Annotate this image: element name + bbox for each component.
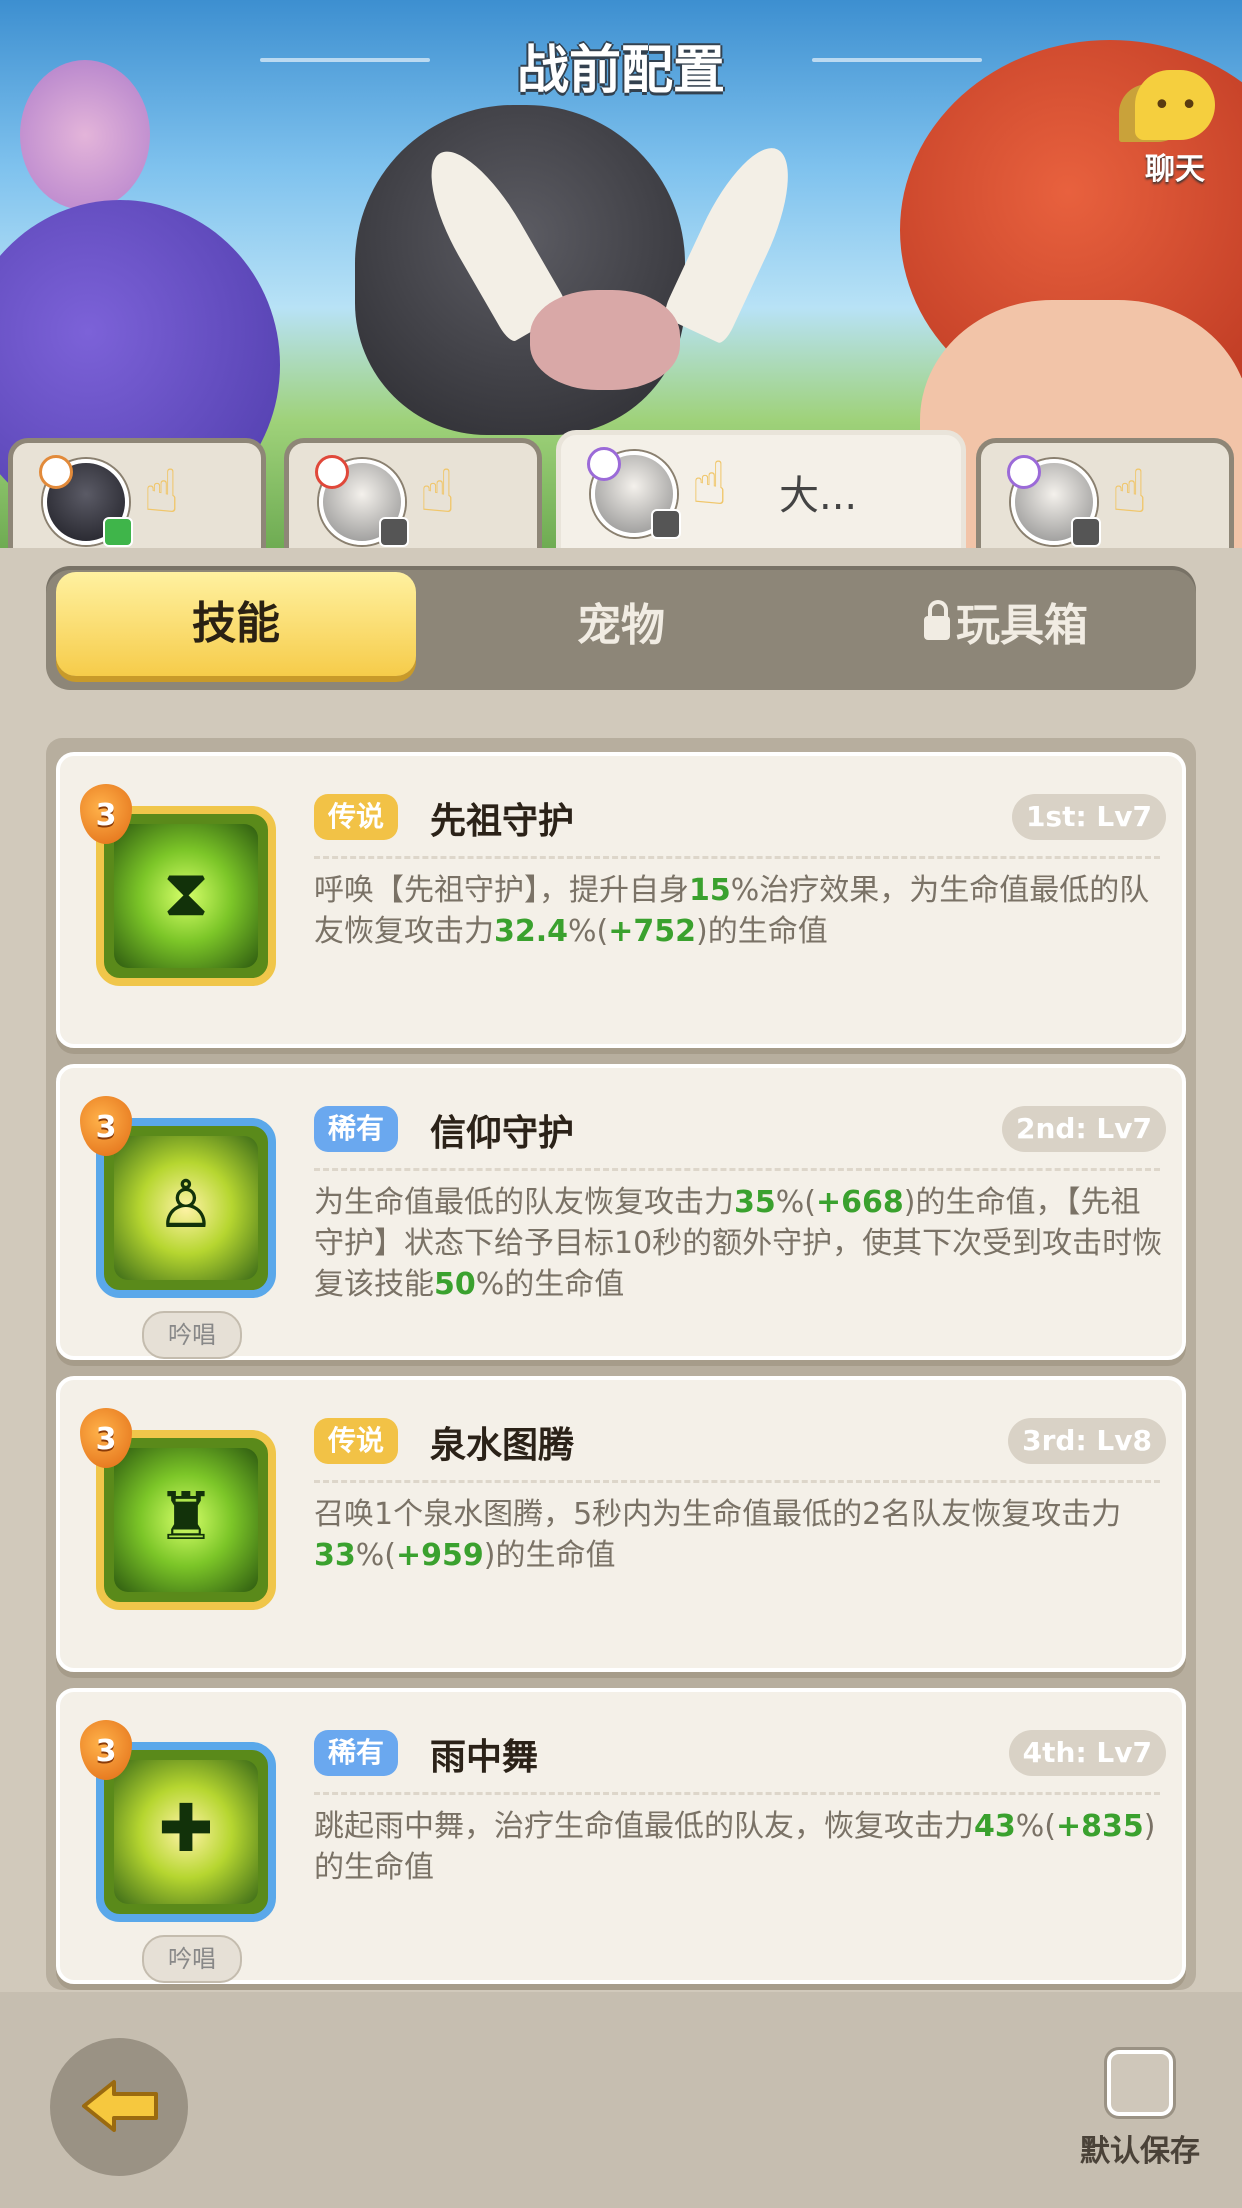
skill-name: 先祖守护 xyxy=(430,801,575,842)
page-title: 战前配置 xyxy=(516,41,725,101)
lock-icon xyxy=(924,600,950,640)
desc-text: 为生命值最低的队友恢复攻击力 xyxy=(314,1185,734,1220)
desc-text: %( xyxy=(355,1538,396,1573)
status-badge xyxy=(103,517,133,547)
tab-toybox-label: 玩具箱 xyxy=(956,600,1088,651)
divider xyxy=(314,1168,1160,1171)
divider xyxy=(314,1480,1160,1483)
hero-avatar xyxy=(315,455,409,547)
default-save-toggle[interactable]: 默认保存 xyxy=(1072,2050,1208,2170)
skill-slot-level: 2nd: Lv7 xyxy=(1002,1106,1166,1152)
hero-avatar xyxy=(587,447,681,539)
desc-text: 召唤1个泉水图腾，5秒内为生命值最低的2名队友恢复攻击力 xyxy=(314,1497,1122,1532)
desc-value: 35 xyxy=(734,1185,776,1220)
hand-star-icon: ☝ xyxy=(691,449,728,519)
desc-value: 43 xyxy=(974,1809,1016,1844)
cast-tag: 吟唱 xyxy=(142,1935,242,1983)
boar-snout xyxy=(530,290,680,390)
skill-description: 召唤1个泉水图腾，5秒内为生命值最低的2名队友恢复攻击力 33%(+959)的生命… xyxy=(314,1494,1168,1576)
skill-card[interactable]: ✚ 3 吟唱 稀有 雨中舞 4th: Lv7 跳起雨中舞，治疗生命值最低的队友，… xyxy=(56,1688,1186,1984)
hero-tab-1[interactable]: ☝ xyxy=(8,438,266,550)
hero-avatar xyxy=(1007,455,1101,547)
element-icon xyxy=(315,455,349,489)
desc-text: %( xyxy=(1015,1809,1056,1844)
element-icon xyxy=(1007,455,1041,489)
hero-avatar xyxy=(39,455,133,547)
hand-star-icon: ☝ xyxy=(419,457,456,527)
desc-text: %的生命值 xyxy=(475,1267,625,1302)
skill-slot-level: 4th: Lv7 xyxy=(1008,1730,1166,1776)
desc-value: +835 xyxy=(1055,1809,1144,1844)
desc-text: )的生命值 xyxy=(483,1538,616,1573)
divider xyxy=(314,1792,1160,1795)
desc-text: %( xyxy=(775,1185,816,1220)
rarity-badge: 传说 xyxy=(314,1418,399,1464)
desc-text: )的生命值 xyxy=(696,914,828,949)
desc-value: +668 xyxy=(815,1185,904,1220)
save-label: 默认保存 xyxy=(1080,2134,1200,2169)
tab-toybox[interactable]: 玩具箱 xyxy=(826,574,1186,678)
status-badge xyxy=(1071,517,1101,547)
category-switch: 技能 宠物 玩具箱 xyxy=(46,566,1196,690)
desc-text: 呼唤【先祖守护】，提升自身 xyxy=(314,873,689,908)
tab-pets[interactable]: 宠物 xyxy=(441,574,801,678)
element-icon xyxy=(587,447,621,481)
chat-bubble-icon: • • xyxy=(1135,70,1215,140)
desc-text: %( xyxy=(568,914,609,949)
desc-value: +752 xyxy=(608,914,697,949)
desc-value: +959 xyxy=(395,1538,484,1573)
skill-slot-level: 3rd: Lv8 xyxy=(1008,1418,1166,1464)
rarity-badge: 稀有 xyxy=(314,1730,399,1776)
hero-tabs: ☝ ☝ ☝ 大... ☝ xyxy=(0,430,1242,550)
hero-tab-2[interactable]: ☝ xyxy=(284,438,542,550)
skill-list: ⧗ 3 传说 先祖守护 1st: Lv7 呼唤【先祖守护】，提升自身15%治疗效… xyxy=(46,738,1196,1990)
skill-name: 泉水图腾 xyxy=(430,1425,575,1466)
chat-button[interactable]: • • 聊天 xyxy=(1120,70,1230,188)
desc-value: 15 xyxy=(689,873,731,908)
skill-description: 呼唤【先祖守护】，提升自身15%治疗效果，为生命值最低的队友恢复攻击力32.4%… xyxy=(314,870,1168,952)
skill-description: 跳起雨中舞，治疗生命值最低的队友，恢复攻击力43%(+835)的生命值 xyxy=(314,1806,1168,1888)
desc-value: 33 xyxy=(314,1538,356,1573)
skill-name: 雨中舞 xyxy=(430,1737,539,1778)
skill-name: 信仰守护 xyxy=(430,1113,575,1154)
tab-skills[interactable]: 技能 xyxy=(56,572,416,676)
skill-slot-level: 1st: Lv7 xyxy=(1011,794,1166,840)
hero-tab-4[interactable]: ☝ xyxy=(976,438,1234,550)
skill-description: 为生命值最低的队友恢复攻击力35%(+668)的生命值，【先祖守护】状态下给予目… xyxy=(314,1182,1168,1305)
divider xyxy=(314,856,1160,859)
hero-tab-name: 大... xyxy=(779,473,858,519)
save-checkbox[interactable] xyxy=(1107,2050,1173,2116)
hand-star-icon: ☝ xyxy=(1111,457,1148,527)
skill-card[interactable]: ♙ 3 吟唱 稀有 信仰守护 2nd: Lv7 为生命值最低的队友恢复攻击力35… xyxy=(56,1064,1186,1360)
desc-value: 50 xyxy=(434,1267,476,1302)
chat-label: 聊天 xyxy=(1145,152,1205,187)
status-badge xyxy=(379,517,409,547)
back-button[interactable] xyxy=(50,2038,188,2176)
rarity-badge: 稀有 xyxy=(314,1106,399,1152)
skill-card[interactable]: ⧗ 3 传说 先祖守护 1st: Lv7 呼唤【先祖守护】，提升自身15%治疗效… xyxy=(56,752,1186,1048)
status-badge xyxy=(651,509,681,539)
skill-card[interactable]: ♜ 3 传说 泉水图腾 3rd: Lv8 召唤1个泉水图腾，5秒内为生命值最低的… xyxy=(56,1376,1186,1672)
back-arrow-icon xyxy=(82,2080,158,2132)
desc-text: 跳起雨中舞，治疗生命值最低的队友，恢复攻击力 xyxy=(314,1809,974,1844)
element-icon xyxy=(39,455,73,489)
rarity-badge: 传说 xyxy=(314,794,399,840)
hand-star-icon: ☝ xyxy=(143,457,180,527)
desc-value: 32.4 xyxy=(494,914,569,949)
hero-tab-3[interactable]: ☝ 大... xyxy=(556,430,966,550)
cast-tag: 吟唱 xyxy=(142,1311,242,1359)
